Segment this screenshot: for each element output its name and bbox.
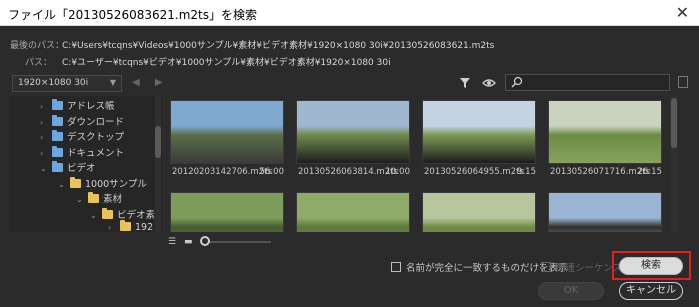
file-caption: 20130526071716.m2ts 26:15 bbox=[548, 164, 662, 178]
tree-item-label: 1000サンプル bbox=[85, 178, 147, 190]
tree-item-label: ビデオ素 bbox=[117, 209, 156, 221]
tree-item[interactable]: ⌄ 1000サンプル bbox=[58, 176, 147, 192]
file-tile[interactable] bbox=[422, 192, 536, 232]
folder-icon bbox=[52, 130, 63, 141]
window-title: ファイル「20130526083621.m2ts」を検索 bbox=[8, 8, 257, 22]
file-tile[interactable]: 20130526063814.m2ts 10:00 bbox=[296, 100, 410, 178]
file-tile[interactable] bbox=[548, 192, 662, 232]
file-duration: 56:00 bbox=[259, 167, 285, 177]
zoom-slider-track[interactable] bbox=[205, 241, 271, 243]
folder-icon bbox=[120, 220, 131, 231]
tree-item[interactable]: ⌄ ビデオ bbox=[40, 160, 96, 176]
tree-item[interactable]: › デスクトップ bbox=[40, 129, 124, 145]
close-icon[interactable]: ✕ bbox=[676, 3, 689, 22]
funnel-icon[interactable] bbox=[459, 77, 471, 92]
exact-match-box[interactable] bbox=[391, 262, 401, 272]
folder-icon bbox=[52, 145, 63, 157]
resolution-dropdown[interactable]: 1920×1080 30i ▼ bbox=[12, 75, 122, 92]
file-tile[interactable]: 20130526071716.m2ts 26:15 bbox=[548, 100, 662, 178]
file-caption: 20130526063814.m2ts 10:00 bbox=[296, 164, 410, 178]
cancel-button[interactable]: キャンセル bbox=[619, 282, 683, 300]
folder-tree: › アドレス帳 › ダウンロード › デスクトップ › ドキュメント ⌄ ビデオ ⌄ 1000サンプル… bbox=[10, 96, 162, 232]
file-name: 20120203142706.m2ts bbox=[172, 167, 272, 177]
current-path-label: パス： bbox=[24, 58, 52, 68]
list-view-icon[interactable]: ☰ bbox=[168, 237, 176, 247]
tree-item-label: ドキュメント bbox=[67, 147, 125, 159]
search-icon bbox=[511, 75, 523, 92]
expand-arrow-icon[interactable]: ⌄ bbox=[40, 164, 50, 173]
tree-item[interactable]: › ドキュメント bbox=[40, 145, 124, 161]
search-button[interactable]: 検索 bbox=[619, 257, 683, 275]
grid-scrollbar[interactable] bbox=[670, 96, 678, 232]
expand-arrow-icon[interactable]: ⌄ bbox=[90, 211, 100, 220]
current-path-value: C:¥ユーザー¥tcqns¥ビデオ¥1000サンプル¥素材¥ビデオ素材¥1920… bbox=[62, 58, 391, 68]
file-grid: 20120203142706.m2ts 56:00 20130526063814.m… bbox=[166, 96, 662, 232]
folder-icon bbox=[52, 99, 63, 110]
folder-icon bbox=[52, 161, 63, 172]
file-name: 20130526063814.m2ts bbox=[298, 167, 398, 177]
expand-arrow-icon[interactable]: › bbox=[40, 149, 50, 158]
file-duration: 10:00 bbox=[385, 167, 411, 177]
folder-icon bbox=[88, 192, 99, 203]
related-sequence-box[interactable] bbox=[541, 262, 551, 272]
expand-arrow-icon[interactable]: › bbox=[40, 133, 50, 142]
file-duration: 26:15 bbox=[637, 167, 663, 177]
tree-item-label: アドレス帳 bbox=[67, 101, 115, 112]
video-thumbnail[interactable] bbox=[422, 100, 536, 164]
expand-arrow-icon[interactable]: › bbox=[108, 223, 118, 232]
tree-item[interactable]: ⌄ 素材 bbox=[76, 191, 122, 207]
file-name: 20130526064955.m2ts bbox=[424, 167, 524, 177]
tree-item[interactable]: › アドレス帳 bbox=[40, 98, 115, 114]
expand-arrow-icon[interactable]: ⌄ bbox=[58, 180, 68, 189]
eye-icon[interactable] bbox=[482, 77, 496, 92]
expand-arrow-icon[interactable]: ⌄ bbox=[76, 195, 86, 204]
search-input[interactable] bbox=[505, 74, 670, 91]
video-thumbnail[interactable] bbox=[170, 192, 284, 232]
video-thumbnail[interactable] bbox=[548, 192, 662, 232]
back-forward-arrows[interactable]: ◀ ▶ bbox=[132, 77, 169, 88]
folder-icon bbox=[102, 207, 113, 219]
zoom-slider-handle[interactable] bbox=[200, 236, 210, 246]
tree-item-label: デスクトップ bbox=[67, 132, 125, 143]
video-thumbnail[interactable] bbox=[170, 100, 284, 164]
tree-item[interactable]: › ダウンロード bbox=[40, 114, 124, 130]
chevron-down-icon: ▼ bbox=[109, 78, 116, 87]
title-bar: ファイル「20130526083621.m2ts」を検索 ✕ bbox=[0, 0, 699, 26]
folder-icon bbox=[70, 176, 81, 188]
ok-button[interactable]: OK bbox=[538, 282, 604, 300]
file-duration: 9:15 bbox=[516, 167, 536, 177]
resolution-dropdown-value: 1920×1080 30i bbox=[18, 78, 89, 88]
tree-item-label: 192 bbox=[135, 222, 154, 232]
video-thumbnail[interactable] bbox=[548, 100, 662, 164]
tree-item-label: ダウンロード bbox=[67, 116, 125, 128]
grid-scrollbar-thumb[interactable] bbox=[671, 98, 677, 148]
tree-scrollbar-thumb[interactable] bbox=[155, 126, 161, 158]
tree-item-label: 素材 bbox=[103, 194, 123, 205]
file-caption: 20130526064955.m2ts 9:15 bbox=[422, 164, 536, 178]
file-caption: 20120203142706.m2ts 56:00 bbox=[170, 164, 284, 178]
expand-arrow-icon[interactable]: › bbox=[40, 118, 50, 127]
tree-item[interactable]: › 192 bbox=[108, 220, 154, 232]
video-thumbnail[interactable] bbox=[422, 192, 536, 232]
tree-item-label: ビデオ bbox=[67, 163, 96, 174]
expand-arrow-icon[interactable]: › bbox=[40, 102, 50, 111]
tree-scrollbar[interactable] bbox=[155, 96, 161, 232]
folder-icon bbox=[52, 114, 63, 126]
file-tile[interactable]: 20120203142706.m2ts 56:00 bbox=[170, 100, 284, 178]
video-thumbnail[interactable] bbox=[296, 100, 410, 164]
file-tile[interactable]: 20130526064955.m2ts 9:15 bbox=[422, 100, 536, 178]
file-name: 20130526071716.m2ts bbox=[550, 167, 650, 177]
file-tile[interactable] bbox=[170, 192, 284, 232]
file-tile[interactable] bbox=[296, 192, 410, 232]
last-path-label: 最後のパス： bbox=[10, 41, 65, 51]
icon-view-icon[interactable]: ▬ bbox=[184, 237, 193, 247]
last-path-value: C:¥Users¥tcqns¥Videos¥1000サンプル¥素材¥ビデオ素材¥… bbox=[62, 41, 495, 51]
video-thumbnail[interactable] bbox=[296, 192, 410, 232]
new-bin-icon[interactable] bbox=[678, 76, 688, 88]
related-sequence-checkbox[interactable]: 関連シーケンス bbox=[541, 260, 622, 274]
